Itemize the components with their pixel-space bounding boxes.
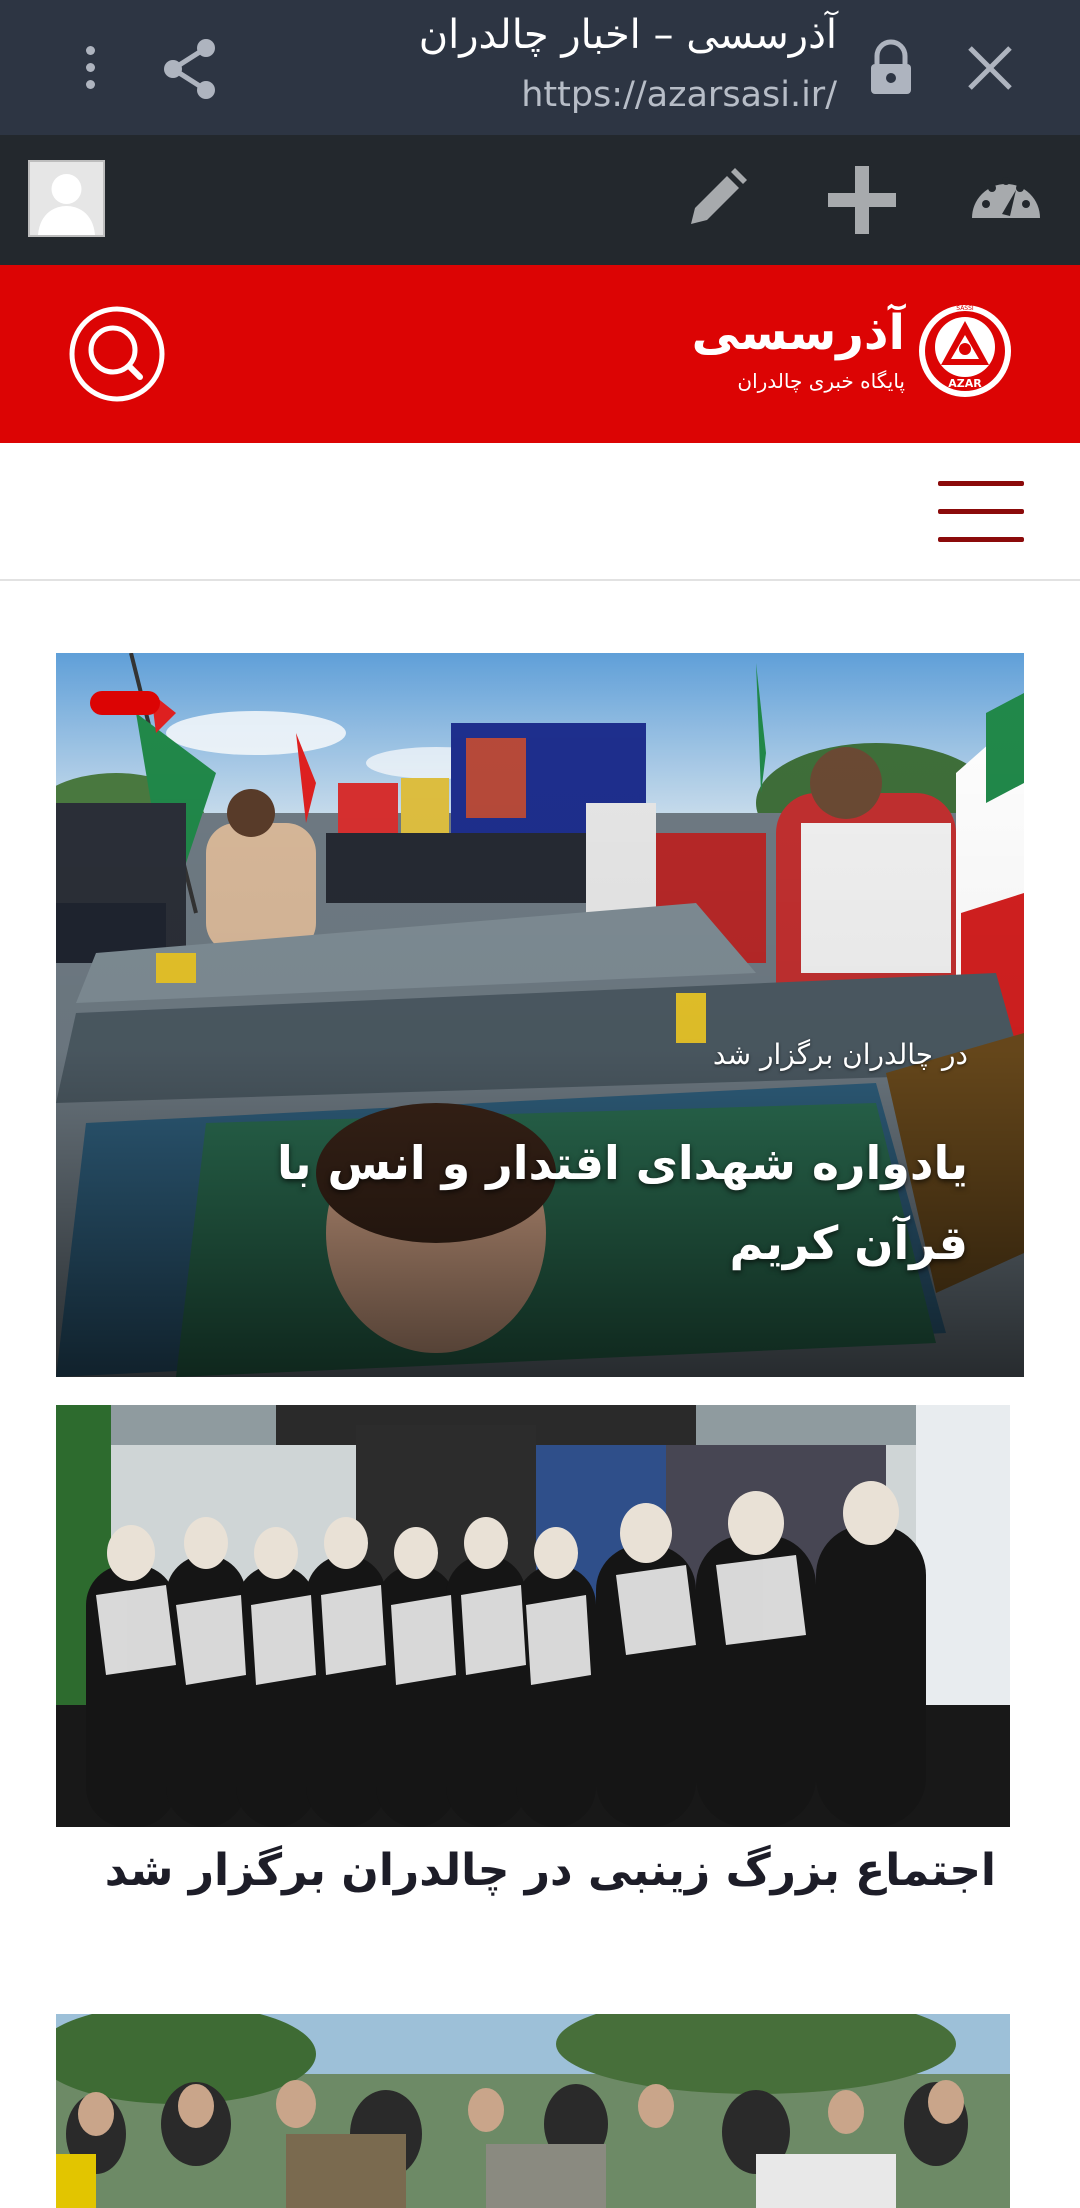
site-header: آذرسسی پایگاه خبری چالدران AZAR SASSI (0, 265, 1080, 443)
browser-toolbar: آذرسسی – اخبار چالدران https://azarsasi.… (0, 0, 1080, 135)
avatar[interactable] (28, 160, 105, 237)
lock-icon[interactable] (865, 38, 917, 98)
dashboard-icon[interactable] (966, 160, 1046, 240)
menu-icon[interactable] (62, 40, 118, 96)
logo-mark-icon: AZAR SASSI (919, 305, 1011, 397)
plus-icon[interactable] (822, 160, 902, 240)
page-title: آذرسسی – اخبار چالدران (418, 12, 837, 58)
logo-mark-small: SASSI (956, 305, 974, 312)
admin-bar (0, 135, 1080, 265)
post-card-image[interactable] (56, 2014, 1010, 2208)
post-title[interactable]: اجتماع بزرگ زینبی در چالدران برگزار شد (105, 1845, 996, 1896)
page-url[interactable]: https://azarsasi.ir/ (521, 75, 837, 115)
close-icon[interactable] (960, 38, 1020, 98)
site-name: آذرسسی (691, 305, 905, 361)
category-badge[interactable] (90, 691, 160, 715)
post-card-image[interactable] (56, 1405, 1010, 1827)
hamburger-icon[interactable] (938, 481, 1024, 543)
logo-mark-text: AZAR (948, 377, 982, 390)
post-image (56, 1405, 1010, 1827)
edit-icon[interactable] (675, 160, 755, 240)
nav-row (0, 443, 1080, 581)
featured-post-subtitle: در چالدران برگزار شد (712, 1038, 968, 1071)
featured-post-card[interactable]: در چالدران برگزار شد یادواره شهدای اقتدا… (56, 653, 1024, 1377)
site-logo[interactable]: آذرسسی پایگاه خبری چالدران AZAR SASSI (692, 301, 1015, 411)
search-icon[interactable] (68, 305, 166, 403)
featured-post-title[interactable]: یادواره شهدای اقتدار و انس با قرآن کریم (168, 1123, 968, 1283)
site-tagline: پایگاه خبری چالدران (737, 369, 905, 393)
post-image (56, 2014, 1010, 2208)
share-icon[interactable] (156, 34, 226, 104)
